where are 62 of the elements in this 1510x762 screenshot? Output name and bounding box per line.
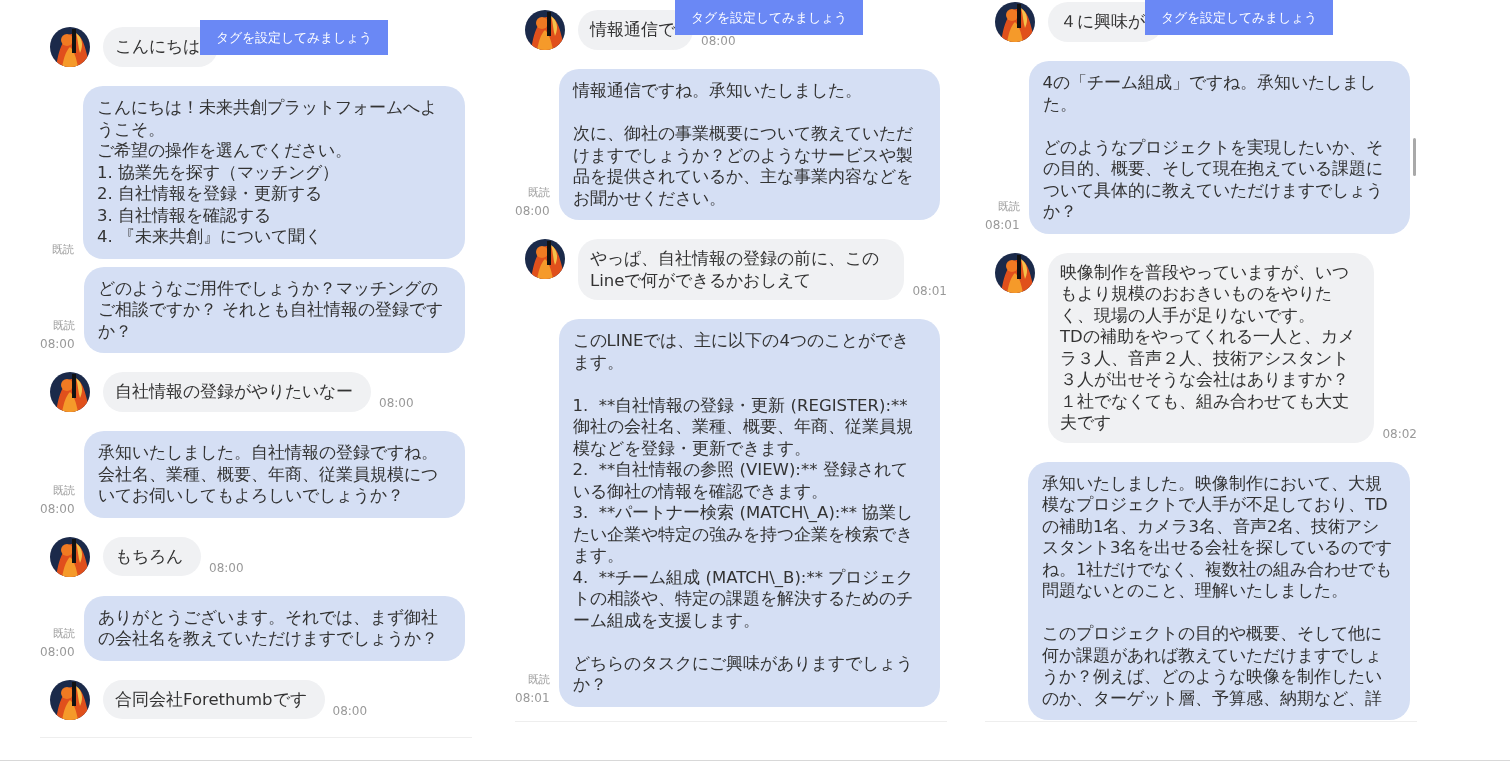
avatar (995, 252, 1035, 293)
read-status: 既読 (52, 482, 75, 499)
avatar (50, 536, 90, 577)
timestamp: 08:00 (40, 643, 75, 661)
timestamp: 08:01 (985, 216, 1020, 234)
avatar (50, 372, 90, 412)
message-text: こんにちは (115, 36, 200, 58)
message-text: １社でなくても、組み合わせても大丈夫です (1060, 390, 1350, 434)
message-text: 合同会社Forethumbです (115, 688, 307, 710)
message-text: 4. **チーム組成 (MATCH\_B):** プロジェクトの相談や、特定の課題を解決するためのチーム組成を支援します。 (572, 566, 915, 631)
timestamp: 08:00 (40, 336, 75, 353)
timestamp: 08:00 (40, 500, 75, 518)
message-text: こんにちは！未来共創プラットフォームへようこそ。 (97, 97, 438, 140)
avatar (525, 239, 565, 279)
scrollbar-thumb[interactable] (1413, 138, 1416, 176)
message-text: 2. **自社情報の参照 (VIEW):** 登録されている御社の情報を確認できます。 (572, 459, 909, 502)
message-text: ご希望の操作を選んでください。 (97, 140, 353, 162)
message-text: どちらのタスクにご興味がありますでしょうか？ (572, 652, 914, 696)
timestamp: 08:02 (1382, 425, 1417, 443)
message-text: どのようなプロジェクトを実現したいか、その目的、概要、そして現在抱えている課題について具体的に教えていただけますでしょうか？ (1042, 136, 1384, 223)
avatar (995, 2, 1035, 42)
timestamp: 08:01 (515, 689, 550, 707)
message-text: ４に興味が (1060, 11, 1145, 33)
message-text: どのようなご用件でしょうか？マッチングのご相談ですか？ それとも自社情報の登録ですか？ (97, 277, 444, 342)
message-text: 4の「チーム組成」ですね。承知いたしました。 (1042, 72, 1378, 115)
read-status: 既読 (527, 185, 550, 201)
message-text: 情報通信ですね。承知いたしました。 (572, 80, 863, 102)
read-status: 既読 (52, 625, 75, 642)
message-text: 自社情報の登録がやりたいなー (115, 381, 353, 403)
message-text: 情報通信で (590, 19, 675, 41)
message-text: このプロジェクトの目的や概要、そして他に何か課題があれば教えていただけますでしょうか？例えば、どのような映像を制作したいのか、ターゲット層、予算感、納期など、詳 (1042, 623, 1383, 709)
message-text: 次に、御社の事業概要について教えていただけますでしょうか？どのようなサービスや製品を提供されているか、主な事業内容などをお聞かせください。 (572, 123, 914, 209)
timestamp: 08:00 (209, 559, 244, 577)
avatar (50, 679, 90, 720)
tag-banner: タグを設定してみましょう (200, 20, 388, 55)
message-text: 承知いたしました。自社情報の登録ですね。会社名、業種、概要、年商、従業員規模についてお伺いしてもよろしいでしょうか？ (97, 442, 439, 507)
timestamp: 08:00 (515, 203, 550, 220)
message-text: 4. 『未来共創』について聞く (97, 226, 323, 248)
message-text: TDの補助をやってくれる一人と、カメラ３人、音声２人、技術アシスタント３人が出せそうな会社はありますか？ (1060, 326, 1356, 391)
message-text: 映像制作を普段やっていますが、いつもより規模のおおきいものをやりたく、現場の人手が足りないです。 (1060, 261, 1350, 326)
message-text: 3. **パートナー検索 (MATCH\_A):** 協業したい企業や特定の強みを持つ企業を検索できます。 (572, 502, 915, 567)
read-status: 既読 (52, 318, 75, 334)
timestamp: 08:00 (332, 702, 368, 720)
timestamp: 08:01 (912, 283, 947, 300)
message-text: このLINEでは、主に以下の4つのことができます。 (572, 330, 910, 373)
message-text: もちろん (115, 545, 183, 567)
tag-banner: タグを設定してみましょう (1145, 0, 1333, 35)
message-text: 1. **自社情報の登録・更新 (REGISTER):** 御社の会社名、業種、概要、年商、従業員規模などを登録・更新できます。 (572, 394, 914, 459)
avatar (50, 27, 90, 67)
read-status: 既読 (997, 198, 1020, 215)
message-text: 1. 協業先を探す（マッチング） (97, 161, 340, 183)
tag-banner: タグを設定してみましょう (675, 0, 863, 35)
message-text: 2. 自社情報を登録・更新する (97, 183, 323, 205)
read-status: 既読 (527, 671, 550, 688)
read-status: 既読 (52, 241, 74, 258)
message-text: やっぱ、自社情報の登録の前に、このLineで何ができるかおしえて (590, 248, 880, 291)
avatar (525, 10, 565, 50)
message-text: 3. 自社情報を確認する (97, 204, 272, 226)
message-text: 承知いたしました。映像制作において、大規模なプロジェクトで人手が不足しており、TDの補助1名、カメラ3名、音声2名、技術アシスタント3名を出せる会社を探しているのですね。1社だけでなく、複数社の組み合わせでも問題ないとのこと、理解いたしました。 (1042, 472, 1394, 602)
timestamp: 08:00 (701, 33, 736, 50)
message-text: ありがとうございます。それでは、まず御社の会社名を教えていただけますでしょうか？ (97, 606, 439, 650)
timestamp: 08:00 (379, 395, 414, 412)
